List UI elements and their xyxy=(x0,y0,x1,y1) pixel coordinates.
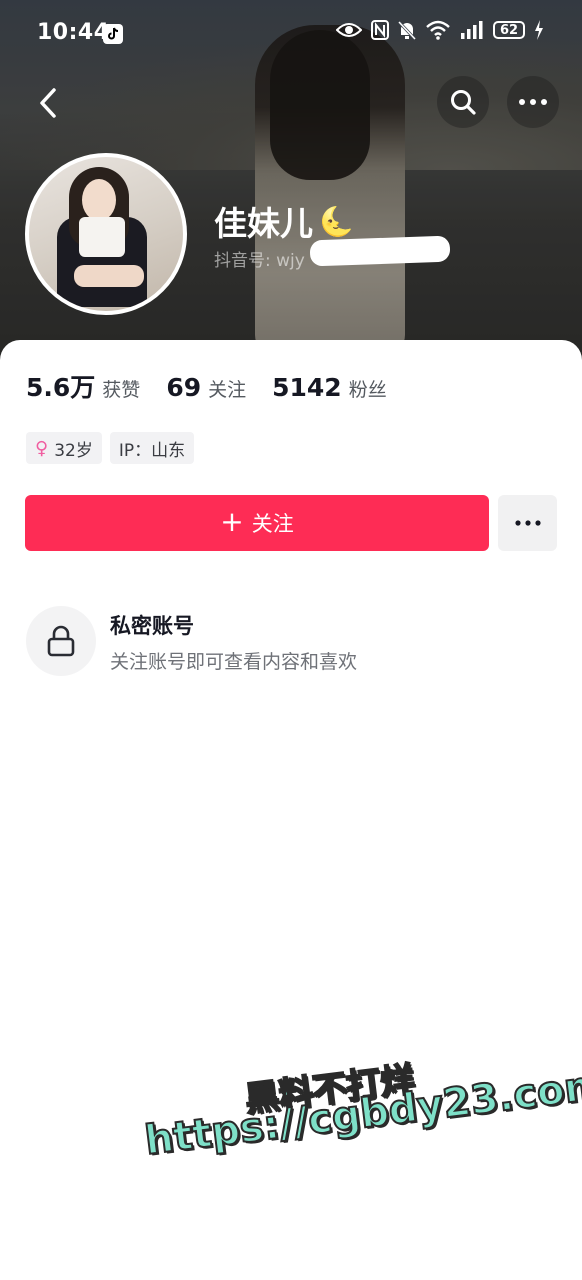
charging-icon xyxy=(535,20,543,40)
eye-icon xyxy=(336,23,362,37)
followers-count[interactable]: 5142 xyxy=(272,373,342,402)
wifi-icon xyxy=(426,20,450,40)
douyin-id[interactable]: 抖音号: wjy xyxy=(214,246,305,271)
tiktok-app-icon xyxy=(103,24,123,44)
more-actions-button[interactable] xyxy=(498,495,557,551)
back-button[interactable] xyxy=(28,82,72,126)
more-horizontal-icon xyxy=(519,99,547,105)
age-tag: ♀ 32岁 xyxy=(26,432,102,464)
lock-icon-container xyxy=(26,606,96,676)
chevron-left-icon xyxy=(40,88,56,118)
battery-icon: 62 xyxy=(493,21,525,39)
plus-icon: + xyxy=(220,504,244,538)
age-text: 32岁 xyxy=(54,440,93,461)
private-account-title: 私密账号 xyxy=(110,614,194,638)
likes-label: 获赞 xyxy=(102,379,141,401)
status-time: 10:44 xyxy=(37,20,110,45)
female-icon: ♀ xyxy=(35,437,49,459)
follow-label: 关注 xyxy=(251,512,294,536)
follow-button[interactable]: + 关注 xyxy=(25,495,489,551)
ip-tag: IP：山东 xyxy=(109,432,195,464)
more-options-button[interactable] xyxy=(507,76,559,128)
lock-icon xyxy=(47,625,75,657)
profile-stats: 5.6万 获赞 69 关注 5142 粉丝 xyxy=(26,368,413,404)
avatar[interactable] xyxy=(25,153,187,315)
profile-nickname: 佳妹儿 🌜 xyxy=(214,197,354,245)
private-account-description: 关注账号即可查看内容和喜欢 xyxy=(110,651,358,673)
ip-text: IP：山东 xyxy=(118,440,186,461)
battery-level: 62 xyxy=(499,22,519,38)
likes-count[interactable]: 5.6万 xyxy=(26,368,95,404)
nfc-icon xyxy=(371,20,389,40)
following-count[interactable]: 69 xyxy=(166,373,201,402)
mute-bell-icon xyxy=(398,20,416,40)
redaction-mark xyxy=(309,235,451,267)
following-label: 关注 xyxy=(208,379,247,401)
profile-tags: ♀ 32岁 IP：山东 xyxy=(26,432,195,464)
search-button[interactable] xyxy=(437,76,489,128)
moon-emoji-icon: 🌜 xyxy=(319,204,354,238)
followers-label: 粉丝 xyxy=(348,379,387,401)
signal-icon xyxy=(461,21,483,39)
status-bar: 10:44 62 xyxy=(0,14,582,54)
nickname-text: 佳妹儿 xyxy=(214,204,313,243)
more-horizontal-icon xyxy=(514,520,541,526)
search-icon xyxy=(451,90,476,115)
